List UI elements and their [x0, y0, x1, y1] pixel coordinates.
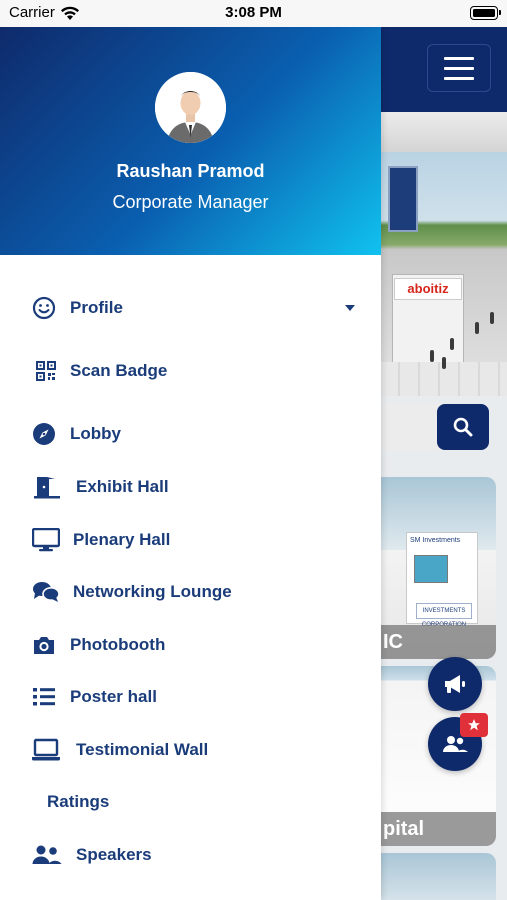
- smile-icon: [32, 296, 56, 320]
- desktop-icon: [32, 528, 60, 552]
- user-role: Corporate Manager: [112, 192, 269, 212]
- menu-item-speakers[interactable]: Speakers: [0, 833, 381, 877]
- status-bar: Carrier 3:08 PM: [0, 0, 507, 27]
- menu-item-scan-badge[interactable]: Scan Badge: [0, 349, 381, 393]
- megaphone-icon: [445, 675, 465, 693]
- menu-item-profile[interactable]: Profile: [0, 286, 381, 330]
- card-caption: IC: [380, 625, 496, 659]
- qrcode-icon: [36, 361, 56, 381]
- users-icon: [443, 736, 468, 752]
- menu-item-poster-hall[interactable]: Poster hall: [0, 675, 381, 719]
- menu-label: Lobby: [70, 424, 121, 443]
- card-panel-title: SM Investments: [410, 537, 461, 544]
- card-logo: INVESTMENTS CORPORATION: [416, 603, 472, 628]
- menu-item-networking-lounge[interactable]: Networking Lounge: [0, 570, 381, 614]
- exhibitor-card[interactable]: [380, 853, 496, 900]
- lobby-banner-image[interactable]: aboitiz: [380, 152, 507, 396]
- app-screen: Carrier 3:08 PM aboitiz SM Investments I…: [0, 0, 507, 900]
- menu-label: Plenary Hall: [73, 530, 171, 549]
- menu-item-lobby[interactable]: Lobby: [0, 412, 381, 456]
- header-strip: [380, 112, 507, 152]
- search-button[interactable]: [437, 404, 489, 450]
- menu-label: Exhibit Hall: [76, 477, 169, 496]
- chat-bubbles-icon: [32, 580, 60, 604]
- menu-label: Networking Lounge: [73, 582, 232, 601]
- star-icon: [468, 719, 480, 731]
- card-caption: pital: [380, 812, 496, 846]
- menu-item-testimonial-wall[interactable]: Testimonial Wall: [0, 728, 381, 772]
- menu-hamburger-icon[interactable]: [427, 44, 491, 92]
- menu-item-ratings[interactable]: Ratings: [0, 780, 381, 824]
- clock: 3:08 PM: [225, 4, 282, 21]
- laptop-icon: [31, 738, 61, 762]
- door-open-icon: [33, 475, 61, 499]
- menu-label: Profile: [70, 298, 123, 317]
- user-avatar-icon: [155, 72, 226, 143]
- side-drawer: Raushan Pramod Corporate Manager Profile…: [0, 27, 381, 900]
- menu-label: Speakers: [76, 845, 152, 864]
- booth-sign: aboitiz: [394, 278, 462, 300]
- avatar[interactable]: [155, 72, 226, 143]
- announcements-button[interactable]: [428, 657, 482, 711]
- menu-item-plenary-hall[interactable]: Plenary Hall: [0, 518, 381, 562]
- menu-item-photobooth[interactable]: Photobooth: [0, 623, 381, 667]
- user-name: Raushan Pramod: [116, 161, 265, 181]
- menu-label: Poster hall: [70, 687, 157, 706]
- star-badge: [460, 713, 488, 737]
- compass-icon: [32, 422, 56, 446]
- menu-label: Scan Badge: [70, 361, 168, 380]
- drawer-header: Raushan Pramod Corporate Manager: [0, 27, 381, 255]
- camera-icon: [32, 634, 56, 656]
- menu-item-exhibit-hall[interactable]: Exhibit Hall: [0, 465, 381, 509]
- chevron-down-icon[interactable]: [345, 305, 355, 311]
- search-icon: [453, 417, 473, 437]
- users-icon: [32, 844, 62, 866]
- menu-label: Testimonial Wall: [76, 740, 209, 759]
- menu-label: Ratings: [47, 792, 110, 811]
- battery-icon: [470, 6, 501, 20]
- menu-label: Photobooth: [70, 635, 166, 654]
- exhibitor-card[interactable]: SM Investments INVESTMENTS CORPORATION I…: [380, 477, 496, 659]
- list-icon: [32, 686, 56, 708]
